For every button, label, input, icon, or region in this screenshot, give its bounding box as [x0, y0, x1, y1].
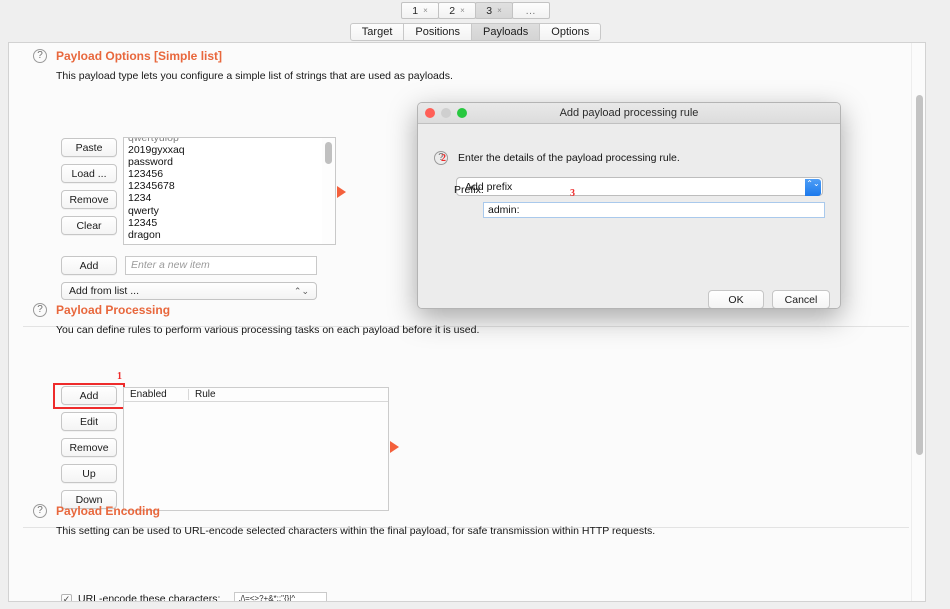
chevron-updown-icon[interactable]: ⌃⌄	[805, 179, 821, 196]
payload-processing-description: You can define rules to perform various …	[56, 324, 480, 336]
list-item[interactable]: dragon	[124, 229, 335, 241]
payload-list-scrollbar[interactable]	[322, 138, 335, 244]
tab-options-label: Options	[551, 26, 590, 38]
list-item[interactable]: 12345	[124, 217, 335, 229]
column-header-rule: Rule	[188, 389, 216, 400]
add-payload-button[interactable]: Add	[61, 256, 117, 275]
main-tab-bar: Target Positions Payloads Options	[0, 22, 950, 42]
edit-rule-button[interactable]: Edit	[61, 412, 117, 431]
payload-encoding-section: ? Payload Encoding This setting can be u…	[9, 504, 909, 537]
scrollbar-thumb[interactable]	[916, 95, 923, 455]
annotation-number-1: 1	[117, 371, 122, 382]
list-item[interactable]: qwerty	[124, 205, 335, 217]
help-icon[interactable]: ?	[33, 504, 47, 518]
list-item[interactable]: qwertyuiop	[124, 138, 335, 144]
payload-processing-rules-table[interactable]: Enabled Rule	[123, 387, 389, 511]
prefix-input[interactable]: admin:	[483, 202, 825, 218]
annotation-number-3: 3	[570, 188, 575, 199]
attack-tab-overflow-label: …	[525, 4, 537, 17]
url-encode-label: URL-encode these characters:	[78, 593, 221, 602]
dialog-body: ? Enter the details of the payload proce…	[418, 124, 840, 308]
payload-processing-title: Payload Processing	[56, 303, 171, 317]
payload-encoding-title: Payload Encoding	[56, 504, 161, 518]
add-payload-processing-rule-dialog: Add payload processing rule ? Enter the …	[417, 102, 841, 309]
payload-encoding-description: This setting can be used to URL-encode s…	[56, 525, 656, 537]
list-item[interactable]: 2019gyxxaq	[124, 144, 335, 156]
remove-button[interactable]: Remove	[61, 190, 117, 209]
scrollbar-thumb[interactable]	[325, 142, 332, 164]
payload-encoding-header: ? Payload Encoding	[9, 504, 909, 518]
window-controls	[425, 108, 467, 118]
dialog-help-text: Enter the details of the payload process…	[458, 152, 680, 164]
url-encode-checkbox[interactable]: ✓	[61, 593, 72, 601]
attack-tab-2[interactable]: 2 ×	[438, 2, 476, 19]
prefix-label: Prefix:	[454, 184, 484, 196]
payload-processing-actions: Add Edit Remove Up Down	[61, 386, 117, 516]
attack-tab-1-label: 1	[412, 4, 419, 17]
annotation-number-2: 2	[441, 153, 446, 164]
burp-intruder-window: 1 × 2 × 3 × … Target Positions Payloads …	[0, 0, 950, 609]
attack-tab-overflow[interactable]: …	[512, 2, 550, 19]
attack-tab-2-label: 2	[449, 4, 456, 17]
clear-button[interactable]: Clear	[61, 216, 117, 235]
close-icon[interactable]: ×	[497, 6, 502, 15]
url-encode-characters-input[interactable]: ./\=<>?+&*;:"{}|^	[234, 592, 328, 601]
paste-button[interactable]: Paste	[61, 138, 117, 157]
payload-options-title: Payload Options [Simple list]	[56, 49, 223, 63]
url-encode-row: ✓ URL-encode these characters: ./\=<>?+&…	[61, 592, 328, 602]
move-rule-up-button[interactable]: Up	[61, 464, 117, 483]
payload-options-description: This payload type lets you configure a s…	[56, 70, 453, 82]
list-item[interactable]: password	[124, 156, 335, 168]
close-window-icon[interactable]	[425, 108, 435, 118]
payload-list-marker-icon	[337, 186, 346, 198]
chevron-updown-icon: ⌃⌄	[293, 286, 309, 296]
tab-positions[interactable]: Positions	[403, 23, 473, 41]
tab-options[interactable]: Options	[539, 23, 602, 41]
help-icon[interactable]: ?	[33, 49, 47, 63]
close-icon[interactable]: ×	[423, 6, 428, 15]
new-item-input[interactable]: Enter a new item	[125, 256, 317, 275]
payload-options-header: ? Payload Options [Simple list]	[9, 49, 909, 63]
tab-target[interactable]: Target	[349, 23, 405, 41]
tab-payloads[interactable]: Payloads	[471, 23, 541, 41]
minimize-window-icon	[441, 108, 451, 118]
cancel-button[interactable]: Cancel	[772, 290, 830, 308]
add-rule-button[interactable]: Add	[61, 386, 117, 405]
payload-list-actions: Paste Load ... Remove Clear	[61, 138, 117, 242]
attack-tab-strip: 1 × 2 × 3 × …	[0, 0, 950, 21]
tab-positions-label: Positions	[415, 26, 461, 38]
list-item[interactable]: 12345678	[124, 180, 335, 192]
column-header-enabled: Enabled	[130, 389, 167, 400]
tab-target-label: Target	[361, 26, 393, 38]
add-from-list-label: Add from list ...	[69, 285, 140, 297]
payload-options-section: ? Payload Options [Simple list] This pay…	[9, 49, 909, 82]
rule-type-select[interactable]: Add prefix ⌃⌄	[456, 177, 823, 196]
table-header-row: Enabled Rule	[124, 388, 388, 402]
panel-scrollbar[interactable]	[911, 43, 925, 601]
rules-table-marker-icon	[390, 441, 399, 453]
list-item[interactable]: pussy	[124, 241, 335, 244]
list-item[interactable]: 1234	[124, 192, 335, 204]
tab-payloads-label: Payloads	[483, 26, 529, 38]
maximize-window-icon[interactable]	[457, 108, 467, 118]
payload-list[interactable]: qwertyuiop 2019gyxxaq password 123456 12…	[123, 137, 336, 245]
dialog-title: Add payload processing rule	[559, 107, 699, 119]
remove-rule-button[interactable]: Remove	[61, 438, 117, 457]
attack-tab-1[interactable]: 1 ×	[401, 2, 439, 19]
dialog-titlebar: Add payload processing rule	[418, 103, 840, 124]
dialog-help-row: ? Enter the details of the payload proce…	[434, 151, 680, 165]
load-button[interactable]: Load ...	[61, 164, 117, 183]
close-icon[interactable]: ×	[460, 6, 465, 15]
attack-tab-3[interactable]: 3 ×	[475, 2, 513, 19]
help-icon[interactable]: ?	[33, 303, 47, 317]
list-item[interactable]: 123456	[124, 168, 335, 180]
add-from-list-select[interactable]: Add from list ... ⌃⌄	[61, 282, 317, 300]
ok-button[interactable]: OK	[708, 290, 764, 308]
attack-tab-3-label: 3	[486, 4, 493, 17]
